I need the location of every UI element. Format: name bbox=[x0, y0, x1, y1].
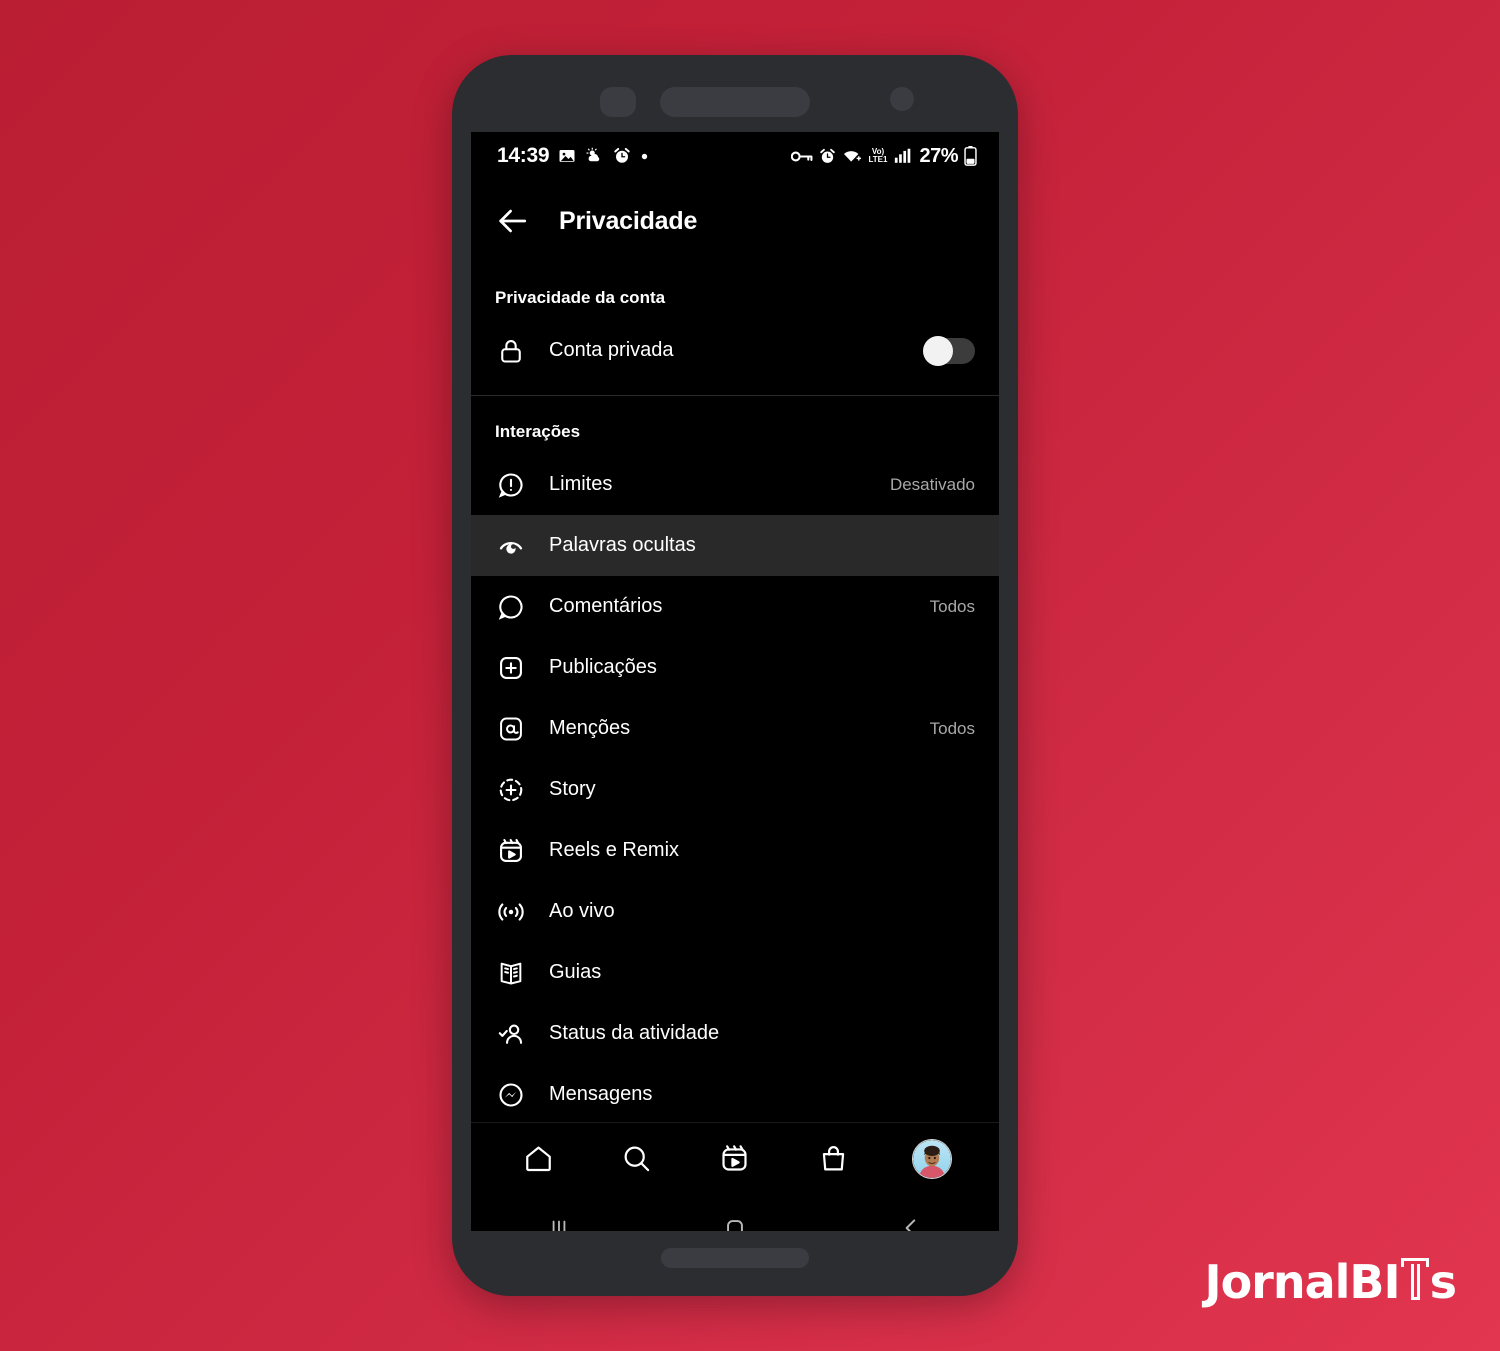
avatar bbox=[911, 1138, 952, 1179]
row-value: Todos bbox=[929, 596, 975, 616]
watermark-part3: s bbox=[1429, 1255, 1457, 1309]
weather-icon bbox=[586, 147, 600, 162]
plus-square-icon bbox=[495, 652, 527, 684]
reels-icon bbox=[495, 835, 527, 867]
earpiece-speaker bbox=[660, 87, 810, 117]
tab-home[interactable] bbox=[515, 1136, 561, 1182]
bottom-tab-bar bbox=[471, 1122, 999, 1194]
section-header-interactions: Interações bbox=[495, 422, 581, 441]
vpn-key-icon bbox=[790, 151, 812, 161]
volte-icon: Vo) LTE1 bbox=[869, 148, 888, 164]
android-recents[interactable] bbox=[532, 1206, 586, 1231]
tab-shop[interactable] bbox=[810, 1136, 856, 1182]
status-clock: 14:39 bbox=[497, 144, 550, 167]
page-root: 14:39 Vo) LTE1 27% Privacidade Privacida… bbox=[0, 0, 1500, 1351]
row-reels-e-remix[interactable]: Reels e Remix bbox=[471, 820, 999, 881]
row-label: Menções bbox=[549, 717, 631, 739]
android-home[interactable] bbox=[708, 1206, 762, 1231]
row-palavras-ocultas[interactable]: Palavras ocultas bbox=[471, 515, 999, 576]
settings-list[interactable]: Privacidade da conta Conta privada Inter… bbox=[471, 262, 999, 1122]
row-label: Reels e Remix bbox=[549, 839, 680, 861]
tab-profile[interactable] bbox=[909, 1136, 955, 1182]
row-label: Status da atividade bbox=[549, 1022, 720, 1044]
tab-reels[interactable] bbox=[712, 1136, 758, 1182]
row-guias[interactable]: Guias bbox=[471, 942, 999, 1003]
alarm-icon bbox=[819, 148, 835, 163]
watermark-outlined-t bbox=[1400, 1258, 1429, 1300]
phone-screen: 14:39 Vo) LTE1 27% Privacidade Privacida… bbox=[471, 132, 999, 1231]
app-bar: Privacidade bbox=[471, 180, 999, 262]
front-camera-icon bbox=[890, 87, 914, 111]
hidden-words-icon bbox=[495, 530, 527, 562]
back-chevron-icon bbox=[905, 1219, 916, 1231]
live-broadcast-icon bbox=[495, 896, 527, 928]
battery-icon bbox=[964, 146, 977, 166]
tab-search[interactable] bbox=[614, 1136, 660, 1182]
toggle-knob bbox=[923, 335, 953, 366]
status-bar-right: Vo) LTE1 27% bbox=[790, 144, 978, 168]
row-label: Ao vivo bbox=[549, 900, 615, 922]
row-label: Conta privada bbox=[549, 339, 674, 361]
row-mencoes[interactable]: Menções Todos bbox=[471, 698, 999, 759]
watermark-logo: JornalBI s bbox=[1204, 1255, 1457, 1309]
row-value: Todos bbox=[929, 718, 975, 738]
mention-at-icon bbox=[495, 713, 527, 745]
row-story[interactable]: Story bbox=[471, 759, 999, 820]
lock-icon bbox=[495, 335, 527, 367]
row-label: Publicações bbox=[549, 656, 657, 678]
private-account-toggle[interactable] bbox=[923, 335, 975, 366]
row-comentarios[interactable]: Comentários Todos bbox=[471, 576, 999, 637]
guides-book-icon bbox=[495, 957, 527, 989]
watermark-part1: JornalBI bbox=[1204, 1255, 1400, 1309]
story-plus-icon bbox=[495, 774, 527, 806]
home-square-icon bbox=[727, 1220, 743, 1231]
signal-bars-icon bbox=[895, 148, 911, 163]
volte-bottom-label: LTE1 bbox=[868, 155, 888, 164]
row-mensagens[interactable]: Mensagens bbox=[471, 1064, 999, 1122]
status-bar-left: 14:39 bbox=[497, 144, 649, 168]
messenger-icon bbox=[495, 1079, 527, 1111]
row-label: Guias bbox=[549, 961, 602, 983]
phone-top-bezel bbox=[452, 55, 1018, 132]
row-value: Desativado bbox=[889, 474, 975, 494]
shop-bag-icon bbox=[822, 1146, 845, 1171]
row-conta-privada[interactable]: Conta privada bbox=[471, 320, 999, 381]
row-label: Limites bbox=[549, 473, 613, 495]
row-status-da-atividade[interactable]: Status da atividade bbox=[471, 1003, 999, 1064]
phone-frame: 14:39 Vo) LTE1 27% Privacidade Privacida… bbox=[452, 55, 1018, 1296]
wifi-icon bbox=[843, 151, 861, 162]
dot-icon bbox=[642, 153, 648, 159]
comment-bubble-icon bbox=[495, 591, 527, 623]
android-nav-bar bbox=[471, 1194, 999, 1231]
phone-bottom-grille bbox=[661, 1248, 809, 1268]
search-icon bbox=[624, 1146, 650, 1172]
limits-bubble-icon bbox=[495, 469, 527, 501]
row-label: Comentários bbox=[549, 595, 663, 617]
row-ao-vivo[interactable]: Ao vivo bbox=[471, 881, 999, 942]
back-arrow-icon[interactable] bbox=[495, 204, 529, 238]
status-bar: 14:39 Vo) LTE1 27% bbox=[471, 132, 999, 180]
row-label: Mensagens bbox=[549, 1083, 653, 1105]
row-publicacoes[interactable]: Publicações bbox=[471, 637, 999, 698]
row-limites[interactable]: Limites Desativado bbox=[471, 454, 999, 515]
battery-percent-label: 27% bbox=[919, 144, 958, 167]
android-back[interactable] bbox=[884, 1206, 938, 1231]
proximity-sensor-icon bbox=[600, 87, 636, 117]
section-header-account-privacy: Privacidade da conta bbox=[495, 288, 666, 307]
row-label: Palavras ocultas bbox=[549, 534, 696, 556]
image-icon bbox=[559, 150, 575, 162]
row-label: Story bbox=[549, 778, 596, 800]
reels-icon bbox=[722, 1145, 748, 1171]
home-icon bbox=[525, 1146, 551, 1172]
alarm-clock-icon bbox=[614, 147, 630, 163]
activity-status-icon bbox=[495, 1018, 527, 1050]
recents-icon bbox=[552, 1220, 566, 1231]
page-title: Privacidade bbox=[559, 206, 698, 235]
